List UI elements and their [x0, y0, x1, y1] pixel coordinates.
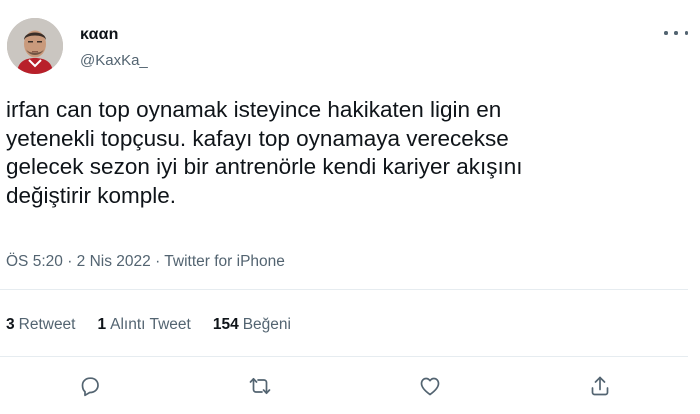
reply-button[interactable] [76, 372, 104, 400]
more-options-icon[interactable] [664, 26, 688, 40]
retweet-button[interactable] [246, 372, 274, 400]
like-count: 154 [212, 316, 239, 333]
meta-separator: · [155, 253, 161, 270]
heart-icon [420, 377, 440, 396]
quote-label: Alıntı Tweet [110, 316, 191, 333]
retweet-icon [249, 377, 271, 395]
like-label: Beğeni [242, 316, 291, 333]
retweet-label: Retweet [18, 316, 76, 333]
tweet-text: irfan can top oynamak isteyince hakikate… [6, 97, 523, 208]
engagement-stats: 3 Retweet 1 Alıntı Tweet 154 Beğeni [6, 316, 291, 334]
avatar-image [7, 18, 63, 74]
retweet-count: 3 [6, 316, 15, 333]
comment-icon [81, 377, 99, 397]
retweet-stat[interactable]: 3 Retweet [6, 316, 76, 334]
like-stat[interactable]: 154 Beğeni [213, 316, 291, 334]
user-handle[interactable]: @KaxKa_ [80, 52, 148, 69]
avatar[interactable] [7, 18, 63, 74]
tweet-source[interactable]: Twitter for iPhone [164, 253, 285, 270]
divider [0, 289, 688, 290]
quote-stat[interactable]: 1 Alıntı Tweet [98, 316, 191, 334]
tweet-time[interactable]: ÖS 5:20 [6, 253, 63, 270]
tweet-date[interactable]: 2 Nis 2022 [77, 253, 151, 270]
tweet-metadata: ÖS 5:20 · 2 Nis 2022 · Twitter for iPhon… [6, 253, 285, 271]
tweet-card: κααn @KaxKa_ irfan can top oynamak istey… [0, 0, 700, 414]
action-bar [0, 370, 700, 402]
share-icon [591, 376, 609, 396]
share-button[interactable] [586, 372, 614, 400]
like-button[interactable] [416, 372, 444, 400]
quote-count: 1 [97, 316, 107, 333]
meta-separator: · [67, 253, 73, 270]
divider [0, 356, 688, 357]
display-name[interactable]: κααn [80, 26, 119, 44]
